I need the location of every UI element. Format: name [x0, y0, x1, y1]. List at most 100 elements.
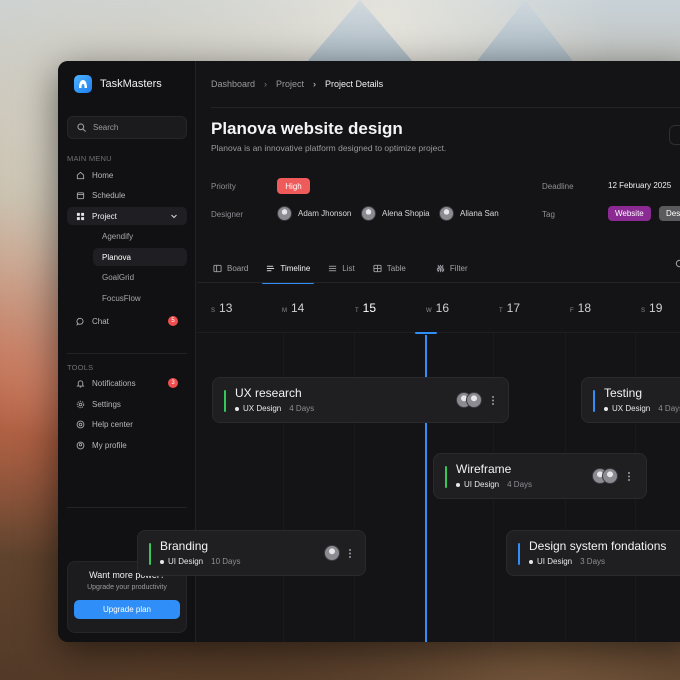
sidebar-item-schedule[interactable]: Schedule [67, 186, 187, 204]
bell-icon [76, 379, 85, 388]
taskmasters-logo-icon [74, 75, 92, 93]
chat-badge: 5 [168, 316, 178, 326]
sidebar-item-settings[interactable]: Settings [67, 395, 187, 413]
task-assignees[interactable] [456, 392, 482, 408]
sidebar-divider-bottom [67, 507, 187, 508]
brand-name: TaskMasters [100, 78, 162, 90]
designer-chip[interactable]: Aliana San [439, 206, 499, 221]
search-icon[interactable] [675, 259, 680, 269]
sidebar-subitem-focusflow[interactable]: FocusFlow [93, 289, 187, 307]
sidebar-subitem-goalgrid[interactable]: GoalGrid [93, 268, 187, 286]
avatar [602, 468, 618, 484]
avatar [466, 392, 482, 408]
task-assignees[interactable] [592, 468, 618, 484]
tag-website[interactable]: Website [608, 206, 651, 221]
tab-timeline[interactable]: Timeline [262, 253, 315, 284]
filter-button[interactable]: Filter [434, 253, 470, 283]
task-assignees[interactable] [324, 545, 340, 561]
sidebar-subitem-planova[interactable]: Planova [93, 248, 187, 266]
task-meta: UX Design4 Days [604, 404, 680, 413]
task-title: Testing [604, 386, 643, 400]
timeline-day: S 19 [641, 301, 663, 315]
task-title: Branding [160, 539, 209, 553]
avatar [361, 206, 376, 221]
more-options-icon[interactable] [345, 544, 355, 562]
task-bar-wireframe[interactable]: Wireframe UI Design 4 Days [433, 453, 647, 499]
more-options-icon[interactable] [624, 467, 634, 485]
breadcrumb-project[interactable]: Project [276, 79, 304, 89]
task-bar-testing[interactable]: Testing UX Design4 Days [581, 377, 680, 423]
search-icon [77, 123, 86, 132]
page-title: Planova website design [211, 119, 403, 138]
header-divider [211, 107, 680, 108]
task-title: Design system fondations [529, 539, 667, 553]
gear-icon [76, 400, 85, 408]
chevron-right-icon: › [264, 79, 268, 89]
sidebar-subitem-agendify[interactable]: Agendify [93, 227, 187, 245]
tab-label: List [342, 263, 355, 273]
options-button[interactable] [669, 125, 680, 145]
task-meta: UI Design 10 Days [160, 557, 240, 566]
chat-icon [76, 317, 84, 326]
task-accent [445, 466, 447, 488]
tools-label: TOOLS [67, 363, 94, 372]
designer-name: Alena Shopia [382, 209, 430, 218]
task-bar-branding[interactable]: Branding UI Design 10 Days [137, 530, 366, 576]
upgrade-plan-button[interactable]: Upgrade plan [74, 600, 180, 619]
priority-badge[interactable]: High [277, 178, 310, 194]
board-icon [213, 264, 222, 272]
sidebar-item-help-center[interactable]: Help center [67, 415, 187, 433]
main-content: Dashboard › Project › Project Details Pl… [137, 61, 680, 642]
sidebar-item-label: My profile [92, 440, 127, 450]
tab-board[interactable]: Board [211, 253, 250, 283]
tab-list[interactable]: List [326, 253, 356, 283]
task-accent [149, 543, 151, 565]
background-mountain-right [470, 0, 580, 70]
designer-chip[interactable]: Alena Shopia [361, 206, 430, 221]
notifications-badge: 3 [168, 378, 178, 388]
list-icon [329, 265, 337, 271]
sidebar-item-chat[interactable]: Chat 5 [67, 312, 187, 330]
upgrade-subtitle: Upgrade your productivity [87, 584, 167, 591]
task-meta: UI Design 4 Days [456, 480, 532, 489]
search-box[interactable] [67, 116, 187, 139]
breadcrumb: Dashboard › Project › Project Details [211, 79, 383, 89]
task-bar-design-system[interactable]: Design system fondations UI Design 3 Days [506, 530, 680, 576]
sidebar-item-notifications[interactable]: Notifications 3 [67, 374, 187, 392]
sidebar-item-label: Schedule [92, 190, 126, 200]
main-menu-label: MAIN MENU [67, 154, 112, 163]
tab-label: Board [227, 263, 249, 273]
project-description: Planova is an innovative platform design… [211, 143, 447, 153]
task-meta: UX Design4 Days [235, 404, 314, 413]
sidebar-item-home[interactable]: Home [67, 166, 187, 184]
timeline-day: W 16 [426, 301, 450, 315]
chevron-right-icon: › [313, 79, 317, 89]
today-marker [415, 332, 437, 334]
sidebar-item-project[interactable]: Project [67, 207, 187, 225]
brand[interactable]: TaskMasters [74, 75, 162, 93]
sidebar-item-my-profile[interactable]: My profile [67, 436, 187, 454]
tag-design[interactable]: Design [659, 206, 680, 221]
sidebar-divider [67, 353, 187, 354]
sidebar-item-label: Chat [92, 316, 109, 326]
task-bar-ux-research[interactable]: UX research UX Design 4 Days [212, 377, 509, 423]
profile-icon [76, 441, 85, 449]
task-accent [518, 543, 520, 565]
designer-chip[interactable]: Adam Jhonson [277, 206, 351, 221]
chevron-down-icon[interactable] [170, 212, 178, 220]
table-icon [373, 264, 382, 272]
home-icon [76, 171, 85, 179]
grid-icon [76, 212, 85, 220]
calendar-icon [76, 191, 85, 199]
search-input[interactable] [93, 123, 183, 132]
deadline-label: Deadline [542, 182, 574, 191]
breadcrumb-dashboard[interactable]: Dashboard [211, 79, 255, 89]
sidebar-item-label: Settings [92, 399, 121, 409]
more-options-icon[interactable] [488, 391, 498, 409]
sidebar-item-label: Notifications [92, 378, 136, 388]
tab-table[interactable]: Table [371, 253, 408, 283]
background-mountain-left [300, 0, 420, 70]
task-title: Wireframe [456, 462, 512, 476]
tab-label: Filter [449, 263, 468, 273]
avatar [324, 545, 340, 561]
